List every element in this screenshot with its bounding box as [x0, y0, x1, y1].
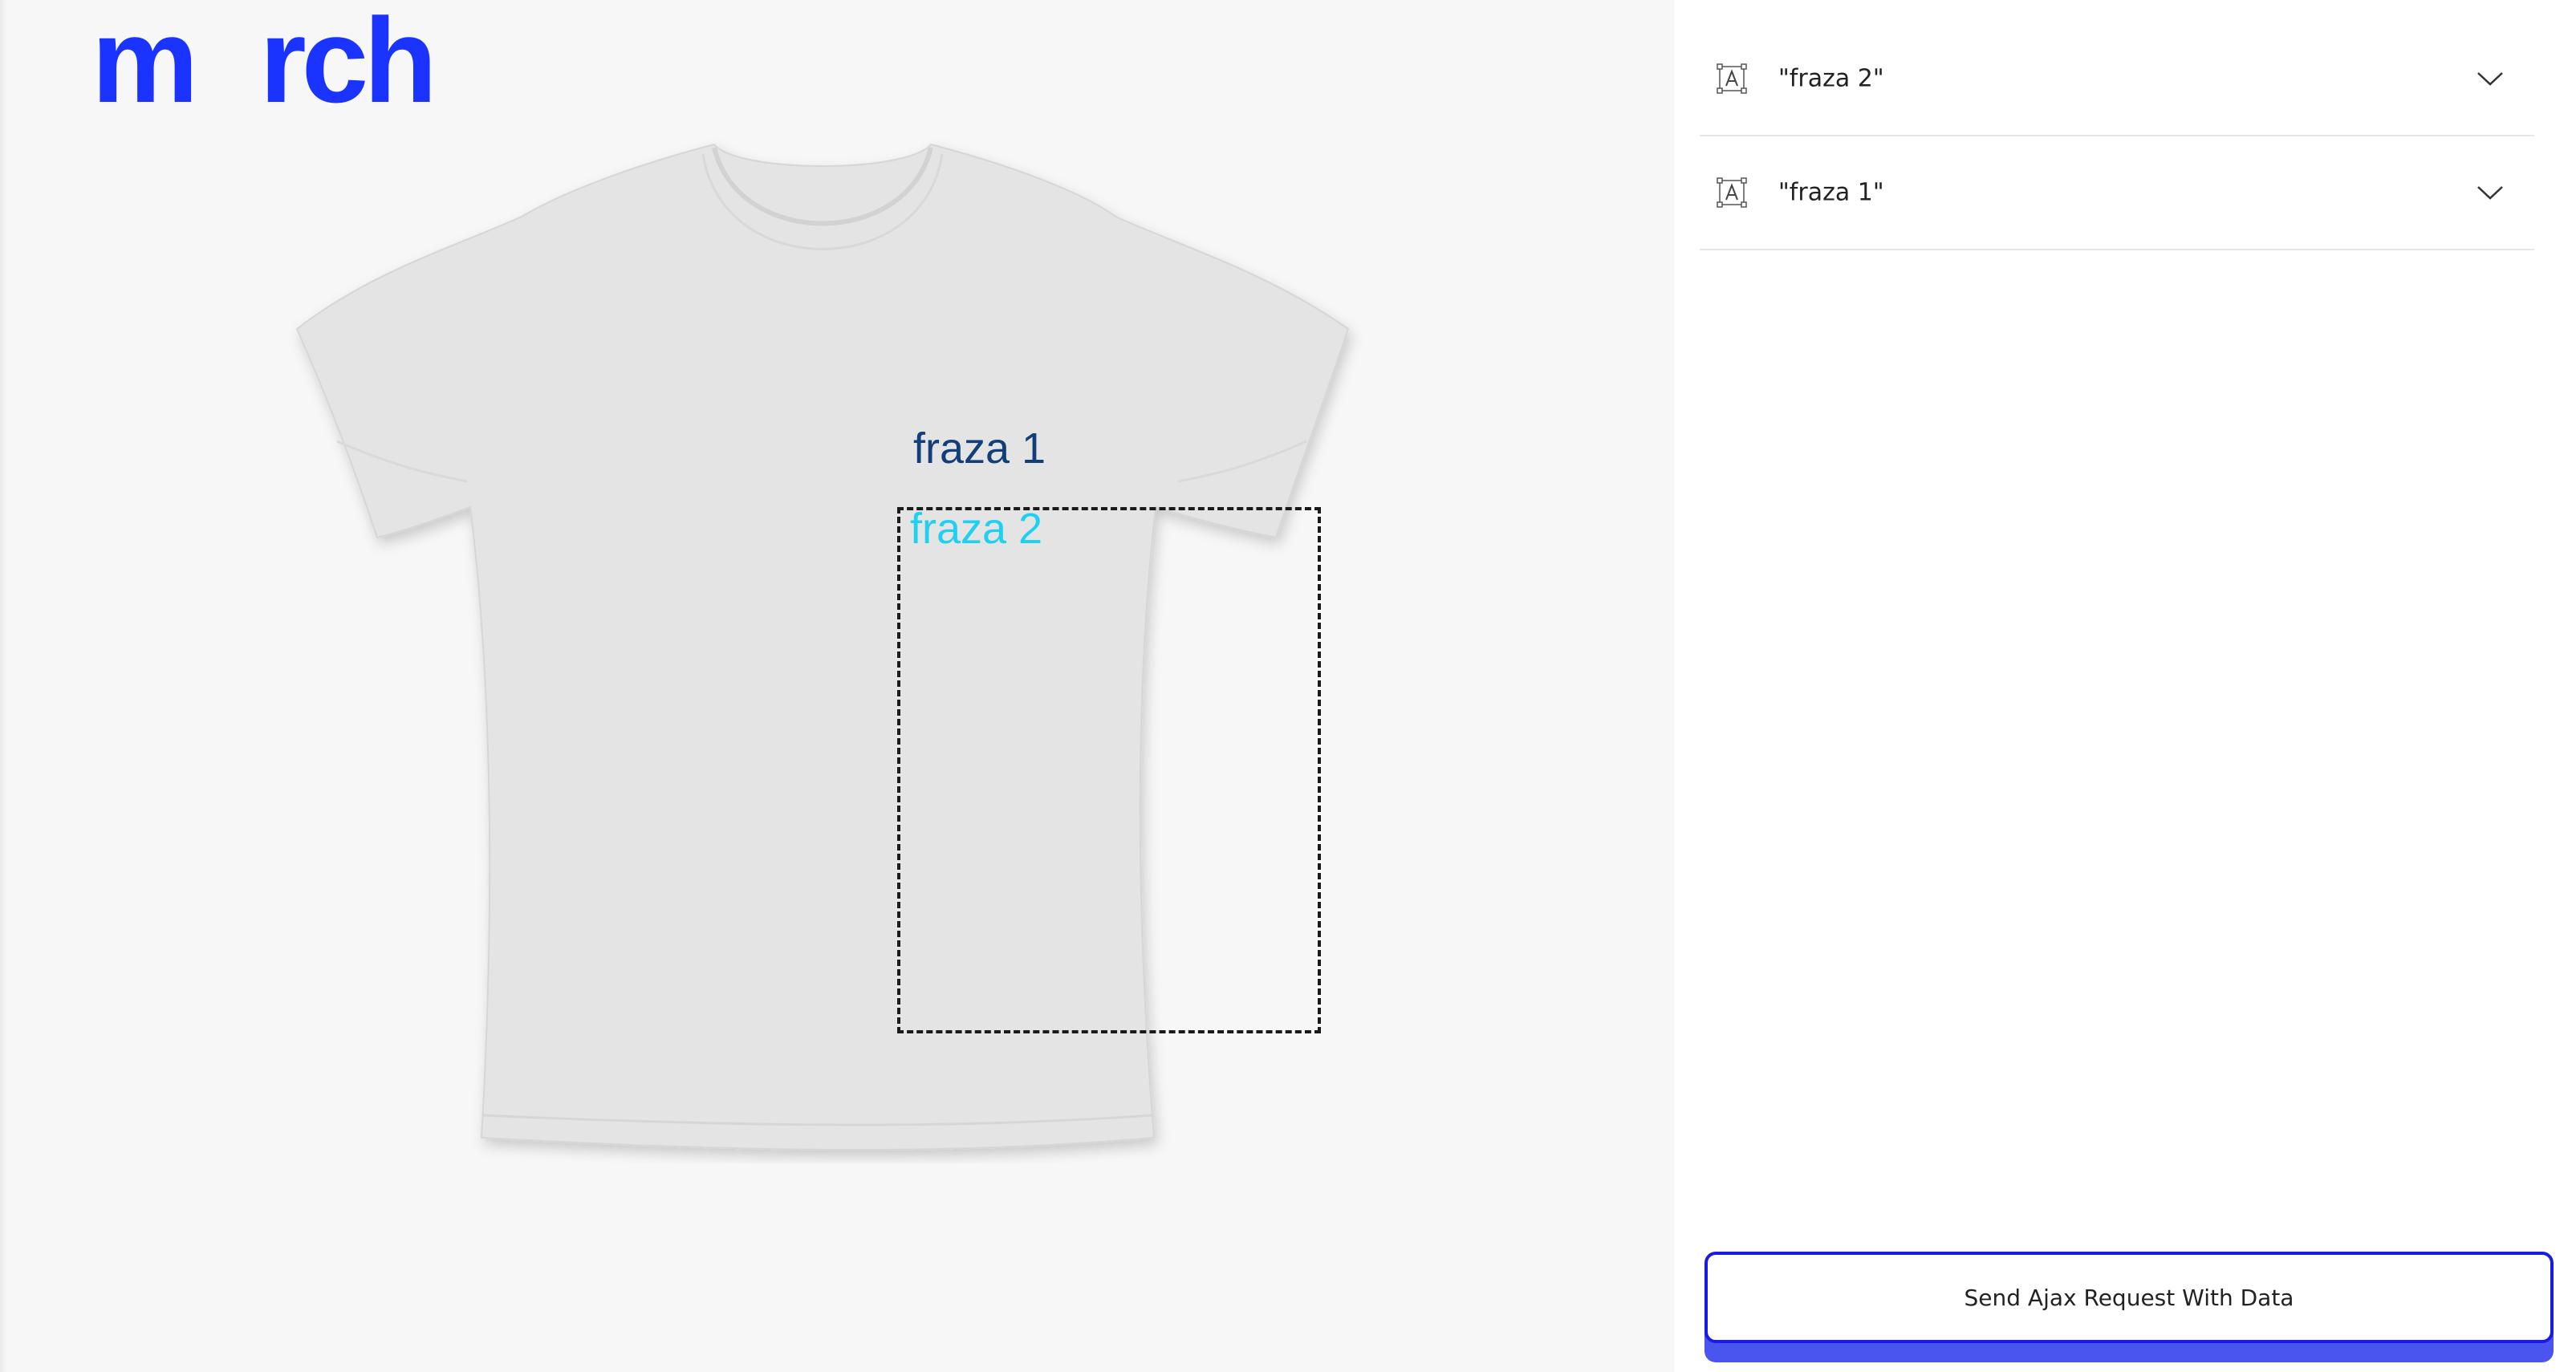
- text-layer-icon: [1717, 177, 1747, 208]
- print-area-boundary: [897, 507, 1321, 1033]
- chevron-down-icon[interactable]: [2476, 71, 2504, 87]
- send-ajax-request-button[interactable]: Send Ajax Request With Data: [1704, 1252, 2554, 1343]
- layer-item-fraza-2[interactable]: "fraza 2": [1700, 22, 2534, 136]
- canvas-phrase-1[interactable]: fraza 1: [913, 427, 1046, 470]
- logo-text-rch: rch: [259, 0, 437, 128]
- logo-text-m: m: [91, 0, 198, 128]
- design-canvas-pane: m rch fraza 1 fraza 2: [0, 0, 1674, 1372]
- product-preview: fraza 1 fraza 2: [289, 136, 1364, 1163]
- layer-label: "fraza 1": [1778, 178, 1884, 207]
- text-layer-icon: [1717, 63, 1747, 94]
- layer-item-fraza-1[interactable]: "fraza 1": [1700, 136, 2534, 250]
- send-button-label: Send Ajax Request With Data: [1964, 1284, 2294, 1311]
- layer-label: "fraza 2": [1778, 64, 1884, 93]
- canvas-phrase-2[interactable]: fraza 2: [910, 507, 1042, 550]
- merch-logo[interactable]: m rch: [91, 0, 437, 120]
- chevron-down-icon[interactable]: [2476, 185, 2504, 201]
- pane-edge-shadow: [0, 0, 6, 1372]
- layers-panel: "fraza 2" "fraza 1": [1674, 0, 2576, 1372]
